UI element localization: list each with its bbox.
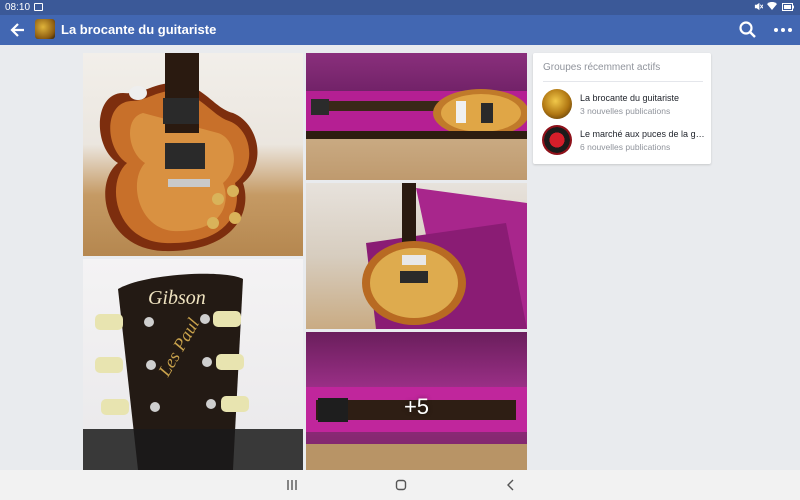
battery-icon — [782, 3, 794, 11]
more-options-icon[interactable] — [772, 20, 794, 40]
photo-guitar-body[interactable] — [83, 53, 303, 256]
group-thumbnail — [542, 125, 572, 155]
search-icon[interactable] — [738, 20, 758, 40]
home-icon[interactable] — [389, 475, 413, 495]
wifi-icon — [767, 1, 778, 11]
gallery-notification-icon — [34, 3, 43, 11]
photo-guitar-in-case[interactable] — [306, 53, 527, 180]
back-arrow-icon[interactable] — [10, 20, 26, 40]
page-title[interactable]: La brocante du guitariste — [61, 22, 216, 37]
group-name: Le marché aux puces de la guit... — [580, 129, 705, 139]
nav-back-icon[interactable] — [499, 475, 523, 495]
group-item[interactable]: La brocante du guitariste 3 nouvelles pu… — [533, 88, 711, 124]
system-nav-bar — [0, 470, 800, 500]
recent-apps-icon[interactable] — [280, 475, 304, 495]
group-thumbnail — [542, 89, 572, 119]
photo-more-overlay[interactable]: +5 — [306, 332, 527, 470]
group-avatar[interactable] — [35, 19, 55, 39]
status-system-icons — [754, 1, 794, 13]
group-activity: 3 nouvelles publications — [580, 106, 671, 116]
recent-groups-card: Groupes récemment actifs La brocante du … — [533, 53, 711, 164]
group-activity: 6 nouvelles publications — [580, 142, 671, 152]
status-time: 08:10 — [5, 2, 31, 13]
svg-text:Gibson: Gibson — [148, 287, 206, 309]
group-name: La brocante du guitariste — [580, 93, 680, 103]
app-bar: La brocante du guitariste — [0, 15, 800, 45]
photo-gibson-headstock[interactable]: Gibson Les Paul — [83, 259, 303, 470]
photo-guitar-case-angled[interactable] — [306, 183, 527, 329]
divider — [543, 81, 703, 82]
card-title: Groupes récemment actifs — [543, 62, 661, 73]
status-bar: 08:10 — [0, 0, 800, 15]
mute-icon — [754, 2, 764, 11]
group-item[interactable]: Le marché aux puces de la guit... 6 nouv… — [533, 124, 711, 160]
more-photos-count: +5 — [403, 394, 430, 419]
